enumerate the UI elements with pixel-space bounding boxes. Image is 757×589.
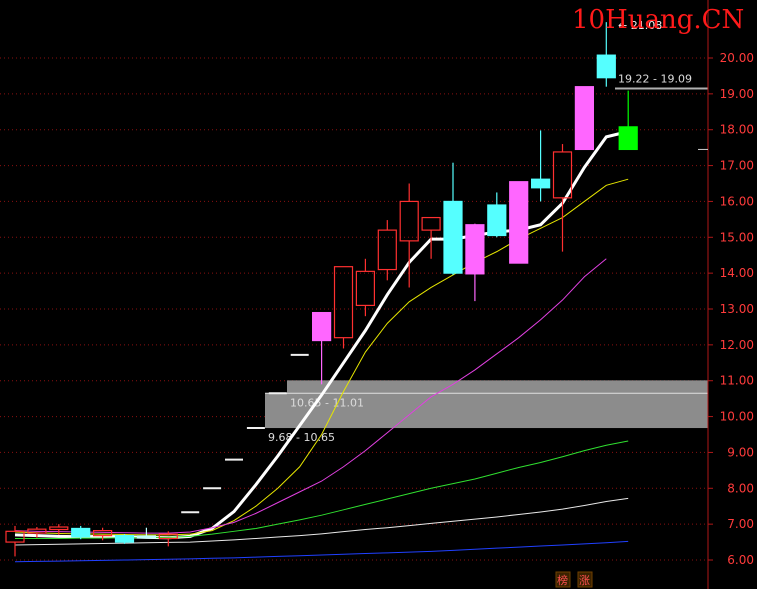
grid-layer <box>0 57 708 561</box>
candle-body <box>574 86 595 151</box>
price-chart: 10.65 - 11.019.68 - 10.65 19.22 - 19.09←… <box>0 0 754 589</box>
y-tick-label: 19.00 <box>720 87 754 101</box>
moving-average-line <box>14 540 629 563</box>
candle-body <box>114 535 135 543</box>
support-zones: 10.65 - 11.01 9.68 - 10.65 <box>265 380 708 444</box>
y-tick-label: 12.00 <box>720 338 754 352</box>
y-tick-label: 13.00 <box>720 302 754 316</box>
y-tick-label: 7.00 <box>727 517 754 531</box>
candle-body <box>399 200 419 242</box>
y-tick-label: 16.00 <box>720 194 754 208</box>
candle-body <box>421 216 441 231</box>
badge-label: 涨 <box>579 574 590 587</box>
watermark-text: 10Huang.CN <box>572 5 744 35</box>
y-tick-label: 15.00 <box>720 230 754 244</box>
y-tick-label: 14.00 <box>720 266 754 280</box>
y-tick-label: 10.00 <box>720 410 754 424</box>
candle-body <box>487 204 507 237</box>
range-marker-label: 19.22 - 19.09 <box>618 72 692 85</box>
candle-body <box>377 229 397 271</box>
candle-body <box>530 178 551 189</box>
candle-body <box>443 200 463 274</box>
y-tick-label: 6.00 <box>727 553 754 567</box>
y-tick-label: 17.00 <box>720 159 754 173</box>
candle-body <box>333 266 354 339</box>
candlesticks <box>5 22 638 557</box>
zone-label-upper: 10.65 - 11.01 <box>290 396 364 409</box>
candle-body <box>618 126 638 151</box>
candle-body <box>5 530 25 543</box>
candle-body <box>49 526 69 531</box>
y-tick-label: 20.00 <box>720 51 754 65</box>
y-tick-label: 18.00 <box>720 123 754 137</box>
candle-body <box>312 311 332 342</box>
bottom-badges: 榜涨 <box>555 571 593 588</box>
y-tick-label: 9.00 <box>727 445 754 459</box>
candle-body <box>596 54 616 79</box>
candle-body <box>355 270 375 307</box>
candle-body <box>71 527 91 538</box>
zone-label-lower: 9.68 - 10.65 <box>268 431 335 444</box>
candle-body <box>136 535 156 539</box>
y-tick-label: 11.00 <box>720 374 754 388</box>
badge-label: 榜 <box>557 573 568 587</box>
candle-body <box>465 224 485 275</box>
resistance-zone-upper <box>287 380 708 394</box>
y-tick-label: 8.00 <box>727 481 754 495</box>
candle-body <box>509 181 529 264</box>
